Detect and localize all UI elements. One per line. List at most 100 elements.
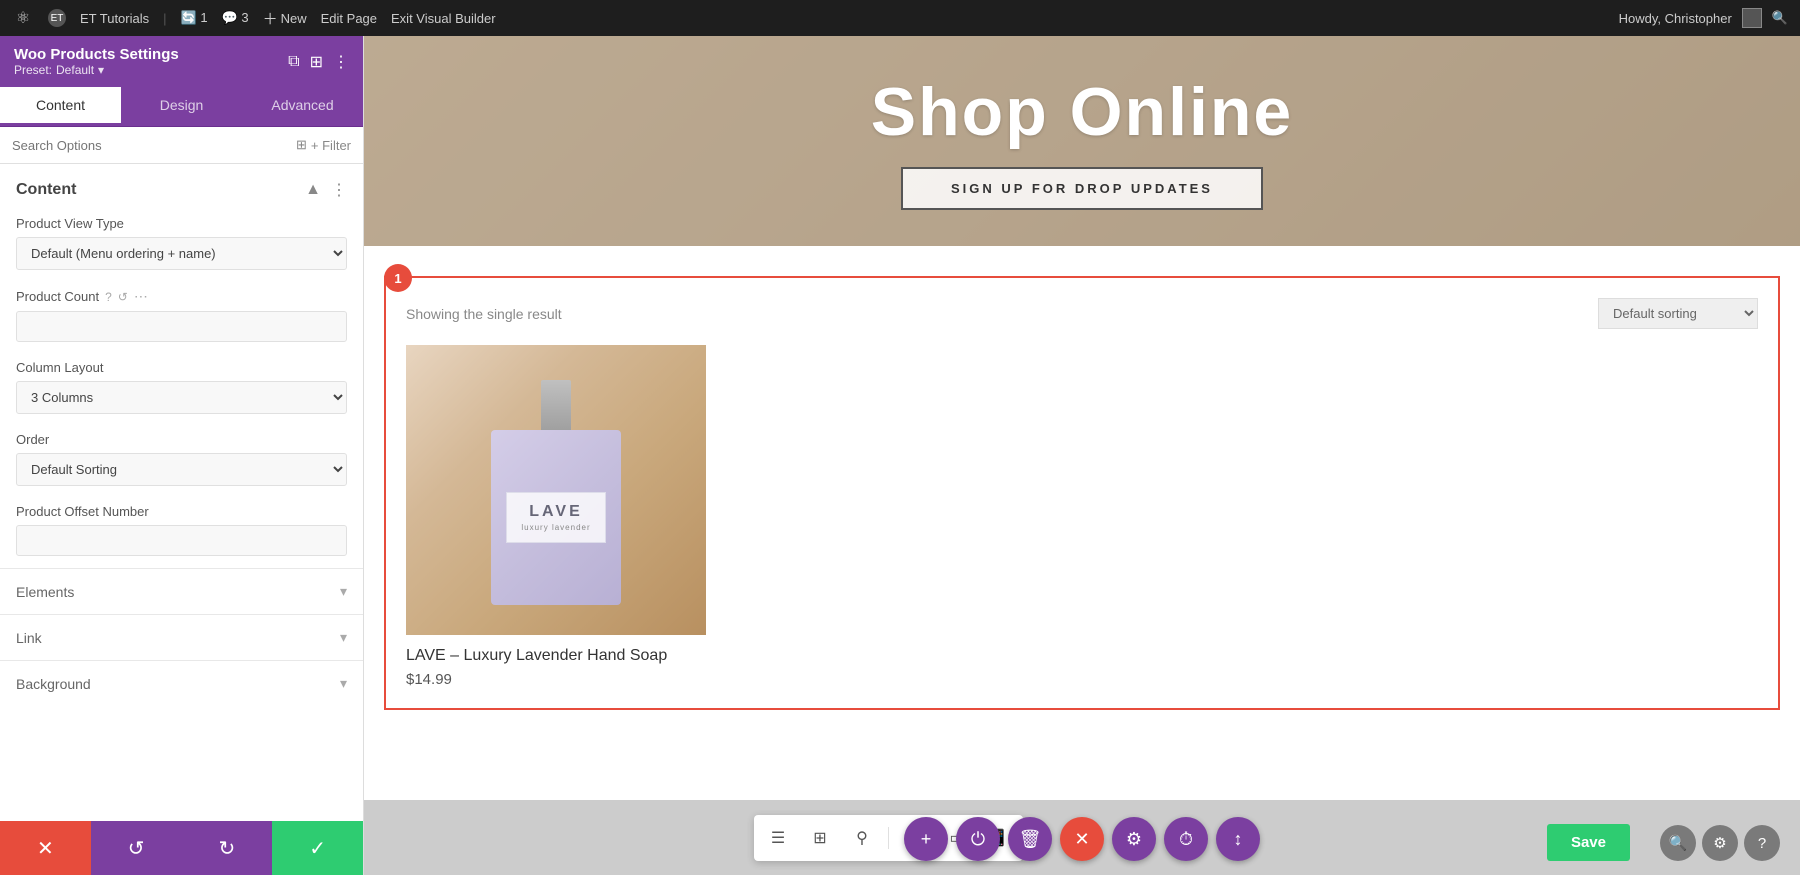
- product-offset-label: Product Offset Number: [16, 504, 347, 519]
- grid-view-icon[interactable]: ⊞: [800, 818, 840, 858]
- sidebar-title-area: Woo Products Settings Preset: Default ▾: [14, 46, 179, 77]
- more-icon[interactable]: ⋯: [134, 288, 148, 305]
- grid-icon[interactable]: ⊞: [310, 52, 323, 72]
- column-layout-select[interactable]: 3 Columns: [16, 381, 347, 414]
- section-more-icon[interactable]: ⋮: [331, 180, 347, 200]
- background-section[interactable]: Background ▾: [0, 660, 363, 706]
- exit-builder-link[interactable]: Exit Visual Builder: [391, 11, 496, 26]
- background-title: Background: [16, 676, 91, 692]
- new-button[interactable]: ＋ New: [263, 8, 307, 29]
- product-count-label: Product Count ? ↺ ⋯: [16, 288, 347, 305]
- product-price: $14.99: [406, 671, 706, 688]
- close-fab[interactable]: ✕: [1060, 817, 1104, 861]
- preset-label: Preset:: [14, 63, 52, 77]
- search-mini-button[interactable]: 🔍: [1660, 825, 1696, 861]
- product-count-input[interactable]: 9: [16, 311, 347, 342]
- elements-title: Elements: [16, 584, 74, 600]
- tab-design[interactable]: Design: [121, 87, 242, 126]
- separator: |: [163, 11, 166, 26]
- add-fab[interactable]: +: [904, 817, 948, 861]
- order-label: Order: [16, 432, 347, 447]
- products-wrapper: 1 Showing the single result Default sort…: [364, 246, 1800, 800]
- product-image[interactable]: LAVE luxury lavender: [406, 345, 706, 635]
- user-greeting: Howdy, Christopher: [1619, 11, 1732, 26]
- link-title: Link: [16, 630, 42, 646]
- admin-bar-left: ⚛ ET ET Tutorials | 🔄 1 💬 3 ＋ New Edit P…: [12, 7, 496, 29]
- power-fab[interactable]: ⏻: [956, 817, 1000, 861]
- product-view-type-label: Product View Type: [16, 216, 347, 231]
- help-mini-button[interactable]: ?: [1744, 825, 1780, 861]
- content-area: Shop Online SIGN UP FOR DROP UPDATES 1 S…: [364, 36, 1800, 875]
- order-select[interactable]: Default Sorting: [16, 453, 347, 486]
- avatar[interactable]: [1742, 8, 1762, 28]
- shop-hero: Shop Online SIGN UP FOR DROP UPDATES: [364, 36, 1800, 246]
- tab-advanced[interactable]: Advanced: [242, 87, 363, 126]
- section-title: Content: [16, 181, 76, 199]
- reset-icon[interactable]: ↺: [118, 290, 128, 304]
- settings-mini-button[interactable]: ⚙: [1702, 825, 1738, 861]
- product-card: LAVE luxury lavender LAVE – Luxury Laven…: [406, 345, 706, 688]
- products-sort: Default sorting: [1598, 298, 1758, 329]
- product-offset-input[interactable]: 0: [16, 525, 347, 556]
- bottle-label-subtitle: luxury lavender: [521, 523, 590, 532]
- undo-button[interactable]: ↺: [91, 821, 182, 875]
- sidebar-tabs: Content Design Advanced: [0, 87, 363, 127]
- filter-icon: ⊞: [296, 137, 307, 153]
- help-icon[interactable]: ?: [105, 290, 112, 304]
- product-name: LAVE – Luxury Lavender Hand Soap: [406, 647, 706, 665]
- sidebar-title: Woo Products Settings: [14, 46, 179, 63]
- cancel-button[interactable]: ✕: [0, 821, 91, 875]
- collapse-icon[interactable]: ▲: [305, 181, 321, 199]
- sort-fab[interactable]: ↕: [1216, 817, 1260, 861]
- filter-label: + Filter: [311, 138, 351, 153]
- order-field: Order Default Sorting: [0, 426, 363, 498]
- search-input[interactable]: [12, 138, 288, 153]
- delete-fab[interactable]: 🗑: [1008, 817, 1052, 861]
- sorting-select[interactable]: Default sorting: [1598, 298, 1758, 329]
- save-button[interactable]: Save: [1547, 824, 1630, 861]
- shop-cta-button[interactable]: SIGN UP FOR DROP UPDATES: [901, 167, 1263, 210]
- edit-page-link[interactable]: Edit Page: [321, 11, 377, 26]
- settings-fab[interactable]: ⚙: [1112, 817, 1156, 861]
- sidebar-header: Woo Products Settings Preset: Default ▾ …: [0, 36, 363, 87]
- search-icon[interactable]: 🔍: [1772, 10, 1788, 26]
- list-view-icon[interactable]: ☰: [758, 818, 798, 858]
- section-header-content: Content ▲ ⋮: [0, 164, 363, 210]
- more-options-icon[interactable]: ⋮: [333, 52, 349, 72]
- preset-value: Default: [56, 63, 94, 77]
- sidebar-header-icons: ⧉ ⊞ ⋮: [288, 52, 349, 72]
- product-view-type-select[interactable]: Default (Menu ordering + name): [16, 237, 347, 270]
- comments-icon[interactable]: 💬 3: [222, 10, 249, 26]
- link-section[interactable]: Link ▾: [0, 614, 363, 660]
- column-layout-field: Column Layout 3 Columns: [0, 354, 363, 426]
- tab-content[interactable]: Content: [0, 87, 121, 126]
- product-view-type-field: Product View Type Default (Menu ordering…: [0, 210, 363, 282]
- link-icon[interactable]: ⚲: [842, 818, 882, 858]
- column-layout-label: Column Layout: [16, 360, 347, 375]
- filter-button[interactable]: ⊞ + Filter: [296, 137, 351, 153]
- products-header: Showing the single result Default sortin…: [406, 298, 1758, 329]
- et-tutorials-link[interactable]: ET Tutorials: [80, 11, 149, 26]
- background-chevron-icon: ▾: [340, 675, 347, 692]
- redo-button[interactable]: ↻: [182, 821, 273, 875]
- right-mini-toolbar: 🔍 ⚙ ?: [1660, 825, 1780, 861]
- et-badge: ET: [48, 9, 66, 27]
- product-offset-field: Product Offset Number 0: [0, 498, 363, 568]
- save-check-button[interactable]: ✓: [272, 821, 363, 875]
- wordpress-logo-icon[interactable]: ⚛: [12, 7, 34, 29]
- timer-fab[interactable]: ⏱: [1164, 817, 1208, 861]
- section-controls: ▲ ⋮: [305, 180, 347, 200]
- link-chevron-icon: ▾: [340, 629, 347, 646]
- admin-bar: ⚛ ET ET Tutorials | 🔄 1 💬 3 ＋ New Edit P…: [0, 0, 1800, 36]
- sidebar: Woo Products Settings Preset: Default ▾ …: [0, 36, 364, 875]
- sidebar-search: ⊞ + Filter: [0, 127, 363, 164]
- notifications-icon[interactable]: 🔄 1: [181, 10, 208, 26]
- elements-section[interactable]: Elements ▾: [0, 568, 363, 614]
- bottle-body: LAVE luxury lavender: [491, 430, 621, 605]
- elements-chevron-icon: ▾: [340, 583, 347, 600]
- lave-bottle: LAVE luxury lavender: [491, 380, 621, 600]
- duplicate-icon[interactable]: ⧉: [288, 53, 299, 71]
- sidebar-preset[interactable]: Preset: Default ▾: [14, 63, 179, 77]
- bottle-cap: [541, 380, 571, 430]
- module-badge: 1: [384, 264, 412, 292]
